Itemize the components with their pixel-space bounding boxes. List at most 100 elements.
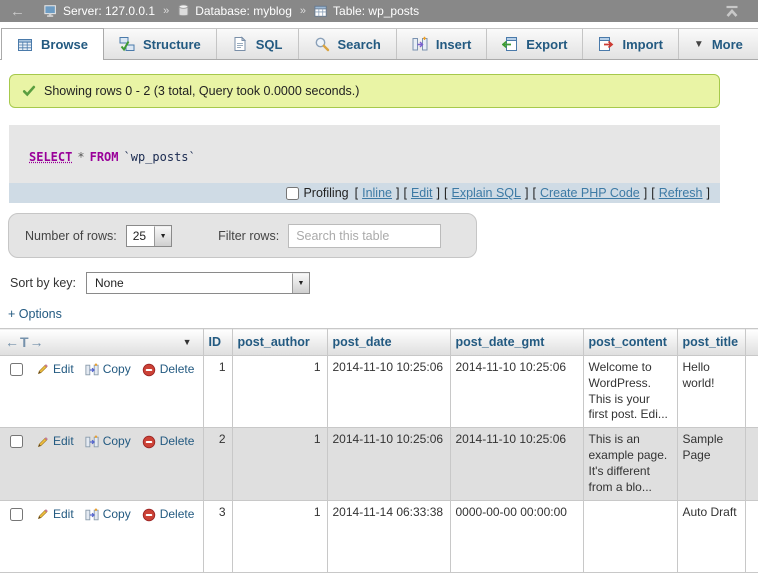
column-header-post-author[interactable]: post_author	[232, 329, 327, 356]
copy-row-link[interactable]: Copy	[85, 507, 131, 523]
explain-sql-link[interactable]: Explain SQL	[451, 186, 520, 200]
cell-post-date: 2014-11-10 10:25:06	[327, 356, 450, 428]
pencil-icon	[36, 508, 49, 521]
tab-search[interactable]: Search	[298, 28, 397, 59]
row-select-checkbox[interactable]	[10, 435, 23, 448]
row-select-checkbox[interactable]	[10, 363, 23, 376]
create-php-code-link[interactable]: Create PHP Code	[540, 186, 640, 200]
edit-query-link[interactable]: Edit	[411, 186, 433, 200]
success-message: Showing rows 0 - 2 (3 total, Query took …	[9, 74, 720, 108]
bracket: ]	[644, 186, 647, 200]
sort-by-key-label: Sort by key:	[10, 276, 76, 290]
delete-icon	[142, 363, 156, 377]
column-header-post-content[interactable]: post_content	[583, 329, 677, 356]
query-footer: Profiling [Inline] [Edit] [Explain SQL] …	[9, 183, 720, 203]
number-of-rows-select[interactable]: 25 ▼	[126, 225, 172, 247]
sort-row: Sort by key: None ▼	[10, 272, 758, 294]
tab-structure[interactable]: Structure	[103, 28, 217, 59]
structure-icon	[119, 36, 135, 52]
sql-query: SELECT * FROM `wp_posts`	[9, 125, 720, 183]
options-toggle-link[interactable]: + Options	[8, 307, 758, 321]
bracket: [	[355, 186, 358, 200]
cell-post-title: Auto Draft	[677, 500, 745, 572]
copy-label: Copy	[103, 362, 131, 378]
copy-row-link[interactable]: Copy	[85, 362, 131, 378]
dropdown-arrow-icon: ▼	[292, 273, 309, 293]
tab-search-label: Search	[338, 37, 381, 52]
tab-browse[interactable]: Browse	[1, 28, 104, 60]
edit-label: Edit	[53, 434, 74, 450]
delete-row-link[interactable]: Delete	[142, 362, 195, 378]
edit-row-link[interactable]: Edit	[36, 507, 74, 523]
delete-label: Delete	[160, 434, 195, 450]
tab-more[interactable]: ▼ More	[678, 28, 758, 59]
pencil-icon	[36, 363, 49, 376]
breadcrumb-table[interactable]: Table: wp_posts	[333, 4, 419, 18]
breadcrumb-server[interactable]: Server: 127.0.0.1	[63, 4, 155, 18]
sql-table-identifier: `wp_posts`	[124, 150, 196, 164]
success-check-icon	[22, 84, 36, 98]
chevron-down-icon: ▼	[694, 39, 704, 50]
collapse-panel-icon[interactable]	[724, 5, 740, 18]
tab-more-label: More	[712, 37, 743, 52]
tab-import[interactable]: Import	[582, 28, 678, 59]
edit-row-link[interactable]: Edit	[36, 434, 74, 450]
refresh-link[interactable]: Refresh	[659, 186, 703, 200]
delete-row-link[interactable]: Delete	[142, 434, 195, 450]
insert-icon	[412, 36, 428, 52]
column-header-post-date[interactable]: post_date	[327, 329, 450, 356]
tab-insert[interactable]: Insert	[396, 28, 487, 59]
sql-star: *	[77, 150, 84, 164]
column-header-post-title[interactable]: post_title	[677, 329, 745, 356]
delete-label: Delete	[160, 362, 195, 378]
sort-indicator-icon[interactable]: ▼	[183, 337, 192, 347]
tab-sql[interactable]: SQL	[216, 28, 299, 59]
profiling-label: Profiling	[303, 186, 348, 200]
sort-by-key-value: None	[87, 273, 292, 293]
bracket: [	[532, 186, 535, 200]
column-header-cutoff	[745, 329, 758, 356]
copy-label: Copy	[103, 507, 131, 523]
profiling-checkbox[interactable]	[286, 187, 299, 200]
bracket: ]	[437, 186, 440, 200]
sort-by-key-select[interactable]: None ▼	[86, 272, 310, 294]
sql-keyword-select: SELECT	[29, 150, 72, 164]
browse-icon	[17, 37, 33, 53]
cell-post-date-gmt: 0000-00-00 00:00:00	[450, 500, 583, 572]
cell-post-title: Hello world!	[677, 356, 745, 428]
tab-export[interactable]: Export	[486, 28, 583, 59]
edit-row-link[interactable]: Edit	[36, 362, 74, 378]
bracket: ]	[525, 186, 528, 200]
row-actions-cell: Edit Copy Delete	[0, 428, 203, 500]
table-icon	[314, 5, 328, 18]
row-select-checkbox[interactable]	[10, 508, 23, 521]
cell-cutoff	[745, 500, 758, 572]
copy-row-link[interactable]: Copy	[85, 434, 131, 450]
tab-structure-label: Structure	[143, 37, 201, 52]
results-table: ←T→ ▼ ID post_author post_date post_date…	[0, 328, 758, 573]
cell-post-title: Sample Page	[677, 428, 745, 500]
delete-row-link[interactable]: Delete	[142, 507, 195, 523]
sql-keyword-from: FROM	[90, 150, 119, 164]
column-nav-arrows-icon[interactable]: ←T→	[5, 334, 45, 350]
breadcrumb-database[interactable]: Database: myblog	[195, 4, 292, 18]
tab-export-label: Export	[526, 37, 567, 52]
server-icon	[44, 4, 58, 18]
inline-link[interactable]: Inline	[362, 186, 392, 200]
delete-icon	[142, 435, 156, 449]
filter-rows-input[interactable]	[288, 224, 441, 248]
breadcrumb-separator: »	[300, 5, 306, 17]
back-arrow-icon[interactable]: ←	[10, 4, 25, 19]
cell-post-content	[583, 500, 677, 572]
row-actions-cell: Edit Copy Delete	[0, 500, 203, 572]
copy-label: Copy	[103, 434, 131, 450]
column-header-id[interactable]: ID	[203, 329, 232, 356]
copy-icon	[85, 508, 99, 522]
import-icon	[598, 36, 614, 52]
column-header-post-date-gmt[interactable]: post_date_gmt	[450, 329, 583, 356]
breadcrumb-separator: »	[163, 5, 169, 17]
tab-browse-label: Browse	[41, 37, 88, 52]
row-actions-cell: Edit Copy Delete	[0, 356, 203, 428]
delete-icon	[142, 508, 156, 522]
filter-rows-label: Filter rows:	[218, 229, 279, 243]
